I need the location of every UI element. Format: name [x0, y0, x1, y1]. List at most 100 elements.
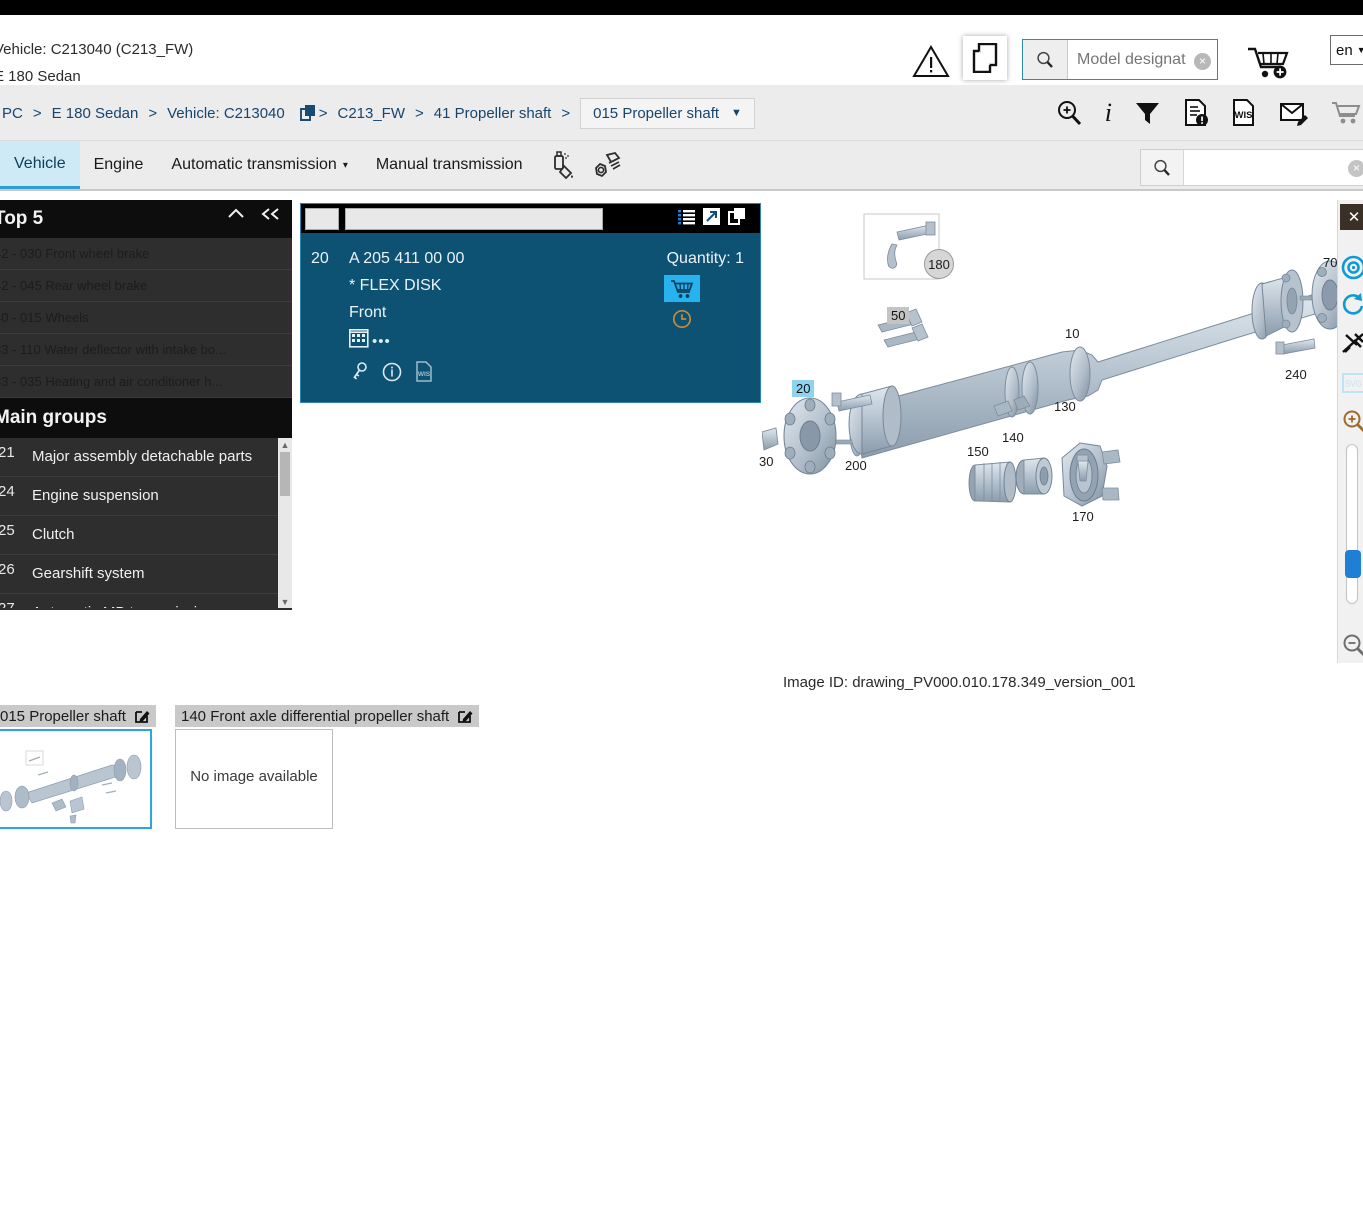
- info-circle-icon[interactable]: [382, 362, 402, 382]
- shopping-cart-icon[interactable]: [1331, 100, 1361, 126]
- table-grid-icon[interactable]: [349, 329, 369, 348]
- thumbnail-1-image[interactable]: No image available: [175, 729, 333, 829]
- top5-item-2-label: 40 - 015 Wheels: [0, 310, 89, 325]
- parts-search-box[interactable]: ×: [1140, 149, 1363, 186]
- add-to-cart-icon[interactable]: [1245, 43, 1293, 81]
- thumbnail-0-image[interactable]: [0, 729, 152, 829]
- main-group-item-21[interactable]: 21 Major assembly detachable parts: [0, 438, 292, 477]
- wis-document-icon[interactable]: WIS: [1231, 99, 1257, 127]
- zoom-out-icon[interactable]: [1338, 630, 1363, 660]
- part-table-row[interactable]: •••: [349, 329, 391, 349]
- bolt-fastener-icon[interactable]: [593, 151, 621, 179]
- top5-item-1[interactable]: 42 - 045 Rear wheel brake: [0, 270, 292, 302]
- breadcrumb-item-chassis[interactable]: C213_FW: [329, 105, 413, 122]
- main-groups-scrollbar[interactable]: ▲ ▼: [278, 438, 292, 608]
- main-group-item-26[interactable]: 26 Gearshift system: [0, 555, 292, 594]
- callout-50[interactable]: 50: [887, 307, 910, 324]
- callout-130[interactable]: 130: [1054, 399, 1076, 414]
- thumbnail-015-propeller-shaft[interactable]: 015 Propeller shaft: [0, 705, 156, 829]
- callout-150[interactable]: 150: [967, 444, 989, 459]
- propeller-shaft-diagram[interactable]: [762, 200, 1337, 670]
- exploded-view-drawing[interactable]: 180 50 20 10 30 200 150 140 130 170 240 …: [759, 200, 1337, 670]
- svg-toggle-icon[interactable]: SVG: [1338, 368, 1363, 398]
- filter-icon[interactable]: [1134, 100, 1161, 126]
- callout-170[interactable]: 170: [1072, 509, 1094, 524]
- callout-200[interactable]: 200: [845, 458, 867, 473]
- main-group-item-24[interactable]: 24 Engine suspension: [0, 477, 292, 516]
- wis-document-icon[interactable]: WIS: [415, 361, 433, 382]
- main-group-item-25-num: 25: [0, 522, 15, 539]
- target-focus-icon[interactable]: [1338, 252, 1363, 282]
- copy-icon[interactable]: [728, 208, 746, 225]
- part-position-filter-input[interactable]: [305, 207, 339, 230]
- document-alert-icon[interactable]: [1183, 99, 1209, 127]
- top5-item-4[interactable]: 83 - 035 Heating and air conditioner h..…: [0, 366, 292, 398]
- add-to-basket-icon[interactable]: [664, 275, 700, 302]
- warning-triangle-icon[interactable]: [912, 44, 950, 78]
- tab-manual-transmission[interactable]: Manual transmission: [362, 141, 537, 189]
- callout-20[interactable]: 20: [792, 380, 815, 397]
- thumbnail-140-front-axle-differential-propeller-shaft[interactable]: 140 Front axle differential propeller sh…: [175, 705, 480, 829]
- history-clock-icon[interactable]: [672, 309, 692, 329]
- chevron-down-icon: ▾: [342, 159, 348, 171]
- edit-icon[interactable]: [457, 708, 473, 724]
- chevron-down-icon: ▼: [731, 107, 742, 119]
- window-title-bar: [0, 0, 1363, 15]
- close-icon[interactable]: ✕: [1340, 204, 1363, 230]
- callout-180-wrap: 180: [924, 249, 954, 279]
- copy-documents-icon[interactable]: [963, 36, 1007, 80]
- zoom-search-icon[interactable]: [1055, 99, 1083, 127]
- callout-10[interactable]: 10: [1065, 326, 1079, 341]
- breadcrumb-item-subgroup[interactable]: 015 Propeller shaft ▼: [580, 97, 755, 129]
- callout-70[interactable]: 70: [1323, 255, 1337, 270]
- breadcrumb-item-model[interactable]: E 180 Sedan: [44, 105, 147, 122]
- breadcrumb-item-group[interactable]: 41 Propeller shaft: [426, 105, 560, 122]
- reset-rotate-icon[interactable]: [1338, 288, 1363, 318]
- scrollbar-thumb[interactable]: [280, 452, 290, 496]
- copy-icon[interactable]: [299, 104, 317, 122]
- tab-vehicle[interactable]: Vehicle: [0, 141, 80, 189]
- edit-icon[interactable]: [134, 708, 150, 724]
- scroll-down-arrow-icon[interactable]: ▼: [278, 595, 292, 608]
- zoom-slider-knob[interactable]: [1345, 550, 1361, 578]
- main-group-item-25[interactable]: 25 Clutch: [0, 516, 292, 555]
- main-group-item-27[interactable]: 27 Automatic MB transmission: [0, 594, 292, 608]
- key-icon[interactable]: [351, 361, 369, 382]
- parts-search-input[interactable]: [1184, 150, 1363, 185]
- top5-item-0[interactable]: 42 - 030 Front wheel brake: [0, 238, 292, 270]
- parts-search-clear-icon[interactable]: ×: [1348, 160, 1363, 177]
- part-number[interactable]: A 205 411 00 00: [349, 250, 464, 268]
- top5-item-2[interactable]: 40 - 015 Wheels: [0, 302, 292, 334]
- email-edit-icon[interactable]: [1279, 100, 1309, 126]
- callout-240[interactable]: 240: [1285, 367, 1307, 382]
- search-icon[interactable]: [1141, 150, 1184, 185]
- list-view-icon[interactable]: [678, 209, 695, 225]
- callout-180[interactable]: 180: [924, 249, 954, 279]
- model-search-box[interactable]: ×: [1022, 39, 1218, 80]
- tab-engine[interactable]: Engine: [80, 141, 158, 189]
- tab-automatic-transmission[interactable]: Automatic transmission ▾: [157, 141, 361, 189]
- double-chevron-left-icon[interactable]: [260, 206, 282, 222]
- hide-pin-icon[interactable]: [1338, 328, 1363, 358]
- top5-item-0-label: 42 - 030 Front wheel brake: [0, 246, 150, 261]
- breadcrumb-item-pc[interactable]: PC: [0, 105, 31, 122]
- callout-30[interactable]: 30: [759, 454, 773, 469]
- search-icon[interactable]: [1023, 40, 1068, 79]
- spray-paint-icon[interactable]: [551, 151, 577, 179]
- breadcrumb-item-vehicle[interactable]: Vehicle: C213040: [159, 105, 293, 122]
- info-icon[interactable]: i: [1105, 98, 1112, 128]
- breadcrumb-bar: PC > E 180 Sedan > Vehicle: C213040 > C2…: [0, 85, 1363, 141]
- zoom-slider[interactable]: [1345, 444, 1361, 604]
- top5-item-3[interactable]: 83 - 110 Water deflector with intake bo.…: [0, 334, 292, 366]
- part-name-filter-input[interactable]: [345, 207, 603, 230]
- model-search-clear-icon[interactable]: ×: [1194, 53, 1211, 70]
- chevron-up-icon[interactable]: [226, 206, 246, 222]
- expand-icon[interactable]: [703, 208, 720, 225]
- scroll-up-arrow-icon[interactable]: ▲: [278, 438, 292, 451]
- thumbnail-0-caption: 015 Propeller shaft: [0, 705, 156, 727]
- tab-engine-label: Engine: [93, 156, 144, 173]
- zoom-in-icon[interactable]: [1338, 406, 1363, 436]
- callout-140[interactable]: 140: [1002, 430, 1024, 445]
- thumbnail-1-label: 140 Front axle differential propeller sh…: [181, 707, 450, 725]
- language-select[interactable]: en ▼: [1330, 35, 1363, 65]
